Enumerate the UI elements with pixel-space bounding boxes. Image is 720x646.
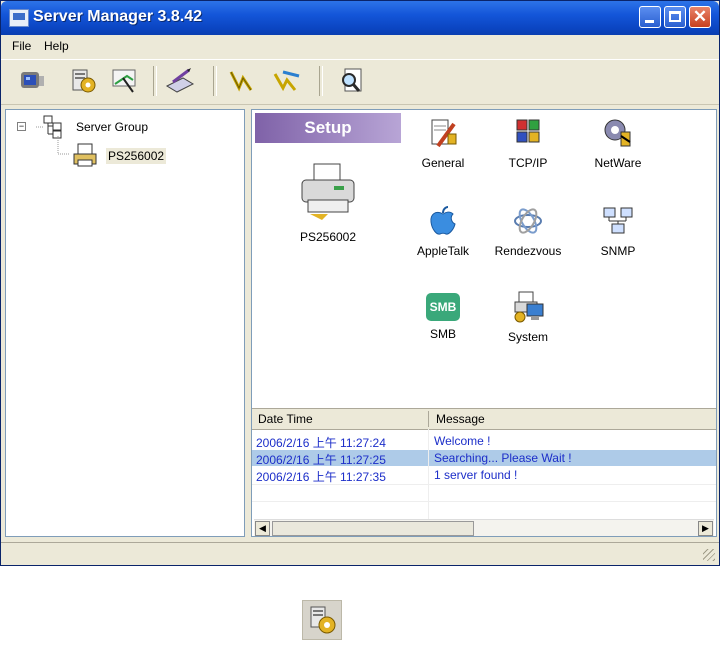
toolbar [1,59,719,105]
setup-item-label: General [421,156,465,170]
setup-item-general[interactable]: General [403,116,483,170]
setup-item-label: Rendezvous [494,244,562,258]
setup-item-label: SNMP [600,244,636,258]
setup-item-netware[interactable]: NetWare [578,116,658,170]
gear-server-icon-large [302,600,342,640]
server-manager-window: Server Manager 3.8.42 ✕ File Help − Serv… [0,0,720,566]
disconnect-icon [273,70,300,92]
grid-line [252,501,716,502]
menu-bar: File Help [1,35,719,57]
monitor-tool-button[interactable] [15,64,49,98]
tree-node-server-group[interactable]: Server Group [76,120,148,134]
connect-tool-button[interactable] [223,64,257,98]
setup-item-label: NetWare [594,156,642,170]
setup-item-tcpip[interactable]: TCP/IP [488,116,568,170]
gear-server-icon [310,606,336,634]
setup-item-snmp[interactable]: SNMP [578,204,658,258]
log-row[interactable]: 2006/2/16 上午 11:27:24 Welcome ! [252,433,716,450]
setup-item-system[interactable]: System [488,290,568,344]
status-bar [1,542,719,565]
log-message: 1 server found ! [434,468,518,482]
toolbar-separator [213,66,217,96]
column-header-message[interactable]: Message [436,412,485,426]
log-datetime: 2006/2/16 上午 11:27:25 [256,453,386,467]
maximize-icon [669,11,681,22]
column-header-datetime[interactable]: Date Time [258,412,313,426]
log-datetime: 2006/2/16 上午 11:27:35 [256,470,386,484]
toolbar-separator [319,66,323,96]
log-header: Date Time Message [252,409,716,430]
setup-item-label: System [507,330,548,344]
setup-item-label: TCP/IP [508,156,548,170]
detail-pane: Setup PS256002 General TCP/IP NetWare Ap… [251,109,717,537]
setup-item-appletalk[interactable]: AppleTalk [403,204,483,258]
window-title: Server Manager 3.8.42 [33,8,202,25]
device-ps256002[interactable]: PS256002 [288,160,368,244]
tree-node-ps256002[interactable]: PS256002 [106,148,167,164]
configure-tool-button[interactable] [163,64,197,98]
disconnect-tool-button[interactable] [269,64,303,98]
tree-node-label: PS256002 [106,148,167,164]
minimize-button[interactable] [639,6,661,28]
print-server-icon [73,143,97,167]
scroll-thumb[interactable] [272,521,474,536]
horizontal-scrollbar[interactable]: ◀ ▶ [254,519,714,536]
column-divider[interactable] [428,411,429,427]
smb-icon: SMB [426,293,460,321]
setup-item-rendezvous[interactable]: Rendezvous [488,204,568,258]
system-icon [514,291,544,323]
wizard-icon [112,69,136,93]
general-tools-icon [431,119,457,148]
minimize-icon [645,20,654,23]
setup-item-smb[interactable]: SMB SMB [403,293,483,341]
connect-icon [229,71,253,92]
device-label: PS256002 [299,230,357,244]
menu-file[interactable]: File [12,39,31,53]
appletalk-icon [430,206,456,235]
message-log: Date Time Message 2006/2/16 上午 11:27:24 … [252,408,716,536]
grid-line [252,484,716,485]
setup-item-label: AppleTalk [416,244,470,258]
close-icon: ✕ [692,7,708,26]
snmp-icon [603,207,633,234]
rendezvous-icon [514,208,542,234]
title-bar[interactable]: Server Manager 3.8.42 ✕ [1,1,719,35]
log-datetime: 2006/2/16 上午 11:27:24 [256,436,386,450]
grid-line [428,429,429,519]
menu-help[interactable]: Help [44,39,69,53]
server-tree: − Server Group PS256002 [5,109,245,537]
collapse-icon[interactable]: − [17,122,26,131]
setup-area: Setup PS256002 General TCP/IP NetWare Ap… [252,110,716,406]
netware-icon [604,119,631,147]
printer-icon [301,163,355,220]
close-button[interactable]: ✕ [689,6,711,28]
tcpip-icon [516,119,540,143]
log-message: Welcome ! [434,434,491,448]
setup-item-label: SMB [429,327,456,341]
wizard-tool-button[interactable] [109,64,143,98]
scroll-right-icon[interactable]: ▶ [698,521,713,536]
monitor-icon [21,72,44,88]
gear-server-icon [72,69,96,93]
configure-icon [165,68,195,93]
search-tool-button[interactable] [335,64,369,98]
log-row[interactable]: 2006/2/16 上午 11:27:25 Searching... Pleas… [252,450,716,467]
resize-grip-icon[interactable] [703,549,715,561]
log-row[interactable]: 2006/2/16 上午 11:27:35 1 server found ! [252,467,716,484]
maximize-button[interactable] [664,6,686,28]
app-icon [9,9,29,27]
setup-header: Setup [255,113,401,143]
search-icon [342,68,362,92]
scroll-left-icon[interactable]: ◀ [255,521,270,536]
gear-server-tool-button[interactable] [67,64,101,98]
toolbar-separator [153,66,157,96]
log-message: Searching... Please Wait ! [434,451,572,465]
